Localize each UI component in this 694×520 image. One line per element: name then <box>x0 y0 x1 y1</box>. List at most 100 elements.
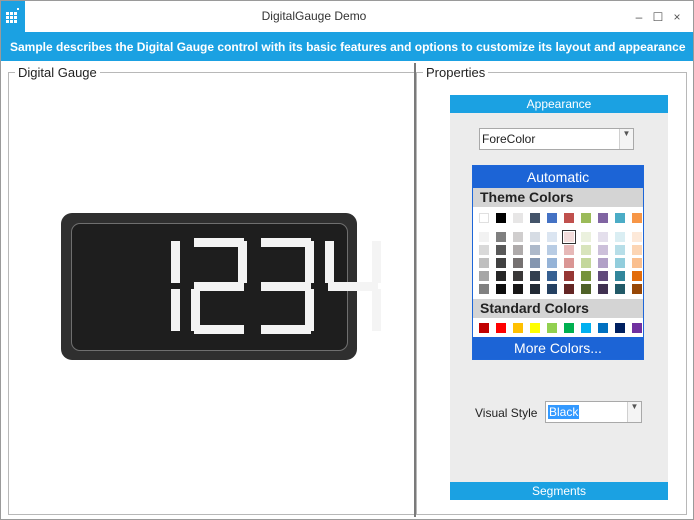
gauge-segment <box>194 325 244 334</box>
gauge-segment <box>171 289 180 331</box>
color-palette: Automatic Theme Colors Standard Colors M… <box>472 165 644 360</box>
close-button[interactable]: × <box>669 9 685 25</box>
color-swatch[interactable] <box>479 213 489 223</box>
color-swatch[interactable] <box>479 271 489 281</box>
color-swatch[interactable] <box>632 271 642 281</box>
color-swatch[interactable] <box>530 232 540 242</box>
color-swatch[interactable] <box>564 213 574 223</box>
color-swatch[interactable] <box>598 284 608 294</box>
color-swatch[interactable] <box>598 271 608 281</box>
color-swatch[interactable] <box>547 284 557 294</box>
color-swatch[interactable] <box>598 232 608 242</box>
color-swatch[interactable] <box>615 284 625 294</box>
color-swatch[interactable] <box>496 323 506 333</box>
gauge-segment <box>261 281 311 291</box>
segments-header[interactable]: Segments <box>450 482 668 500</box>
color-swatch[interactable] <box>581 213 591 223</box>
color-swatch[interactable] <box>513 271 523 281</box>
color-swatch[interactable] <box>581 271 591 281</box>
color-swatch[interactable] <box>513 213 523 223</box>
gauge-segment <box>261 238 311 247</box>
gauge-segment <box>372 241 381 283</box>
color-swatch[interactable] <box>581 245 591 255</box>
color-swatch[interactable] <box>496 284 506 294</box>
chevron-down-icon[interactable]: ▼ <box>619 129 633 149</box>
automatic-color-button[interactable]: Automatic <box>473 166 643 188</box>
color-swatch[interactable] <box>530 245 540 255</box>
standard-colors-label: Standard Colors <box>473 299 643 318</box>
color-swatch[interactable] <box>496 245 506 255</box>
visual-style-select[interactable]: Black ▼ <box>545 401 642 423</box>
color-swatch[interactable] <box>530 323 540 333</box>
visual-style-value: Black <box>548 405 580 419</box>
color-swatch[interactable] <box>496 232 506 242</box>
color-swatch[interactable] <box>632 323 642 333</box>
color-swatch[interactable] <box>615 323 625 333</box>
gauge-segment <box>261 325 311 334</box>
color-swatch[interactable] <box>513 232 523 242</box>
color-swatch[interactable] <box>564 284 574 294</box>
color-swatch[interactable] <box>513 258 523 268</box>
color-swatch[interactable] <box>479 232 489 242</box>
chevron-down-icon[interactable]: ▼ <box>627 402 641 422</box>
maximize-button[interactable]: ☐ <box>650 9 666 25</box>
color-swatch[interactable] <box>547 245 557 255</box>
color-swatch[interactable] <box>513 323 523 333</box>
gauge-segment <box>238 241 247 283</box>
color-swatch[interactable] <box>513 245 523 255</box>
color-swatch[interactable] <box>615 232 625 242</box>
color-swatch[interactable] <box>564 245 574 255</box>
color-swatch[interactable] <box>615 271 625 281</box>
color-swatch[interactable] <box>547 232 557 242</box>
color-swatch[interactable] <box>598 323 608 333</box>
color-swatch[interactable] <box>632 258 642 268</box>
color-swatch[interactable] <box>564 271 574 281</box>
appearance-header[interactable]: Appearance <box>450 95 668 113</box>
color-swatch[interactable] <box>513 284 523 294</box>
gauge-group-title: Digital Gauge <box>15 65 100 80</box>
color-swatch[interactable] <box>632 284 642 294</box>
color-swatch[interactable] <box>632 232 642 242</box>
color-swatch[interactable] <box>479 323 489 333</box>
color-swatch[interactable] <box>598 245 608 255</box>
color-swatch[interactable] <box>632 245 642 255</box>
color-swatch[interactable] <box>598 258 608 268</box>
color-swatch[interactable] <box>615 258 625 268</box>
color-swatch[interactable] <box>479 245 489 255</box>
color-swatch[interactable] <box>530 258 540 268</box>
color-swatch[interactable] <box>581 232 591 242</box>
property-select[interactable]: ForeColor ▼ <box>479 128 634 150</box>
color-swatch[interactable] <box>581 323 591 333</box>
theme-colors-label: Theme Colors <box>473 188 643 207</box>
gauge-segment <box>194 281 244 291</box>
more-colors-button[interactable]: More Colors... <box>473 337 643 359</box>
color-swatch[interactable] <box>479 284 489 294</box>
color-swatch[interactable] <box>530 284 540 294</box>
color-swatch[interactable] <box>547 271 557 281</box>
color-swatch[interactable] <box>564 323 574 333</box>
color-swatch[interactable] <box>632 213 642 223</box>
color-swatch[interactable] <box>547 213 557 223</box>
color-swatch[interactable] <box>496 213 506 223</box>
title-bar[interactable]: DigitalGauge Demo – ☐ × <box>1 1 693 32</box>
color-swatch[interactable] <box>547 323 557 333</box>
color-swatch[interactable] <box>615 213 625 223</box>
digital-gauge-display <box>71 223 381 351</box>
gauge-segment <box>328 281 378 291</box>
color-swatch[interactable] <box>564 258 574 268</box>
color-swatch[interactable] <box>547 258 557 268</box>
color-swatch[interactable] <box>479 258 489 268</box>
color-swatch[interactable] <box>496 258 506 268</box>
color-swatch[interactable] <box>530 213 540 223</box>
gauge-segment <box>194 238 244 247</box>
color-swatch[interactable] <box>530 271 540 281</box>
color-swatch[interactable] <box>581 258 591 268</box>
window-title: DigitalGauge Demo <box>261 9 367 23</box>
color-swatch[interactable] <box>615 245 625 255</box>
color-swatch[interactable] <box>598 213 608 223</box>
color-swatch[interactable] <box>562 230 576 244</box>
minimize-button[interactable]: – <box>631 9 647 25</box>
color-swatch[interactable] <box>496 271 506 281</box>
color-swatch[interactable] <box>581 284 591 294</box>
gauge-segment <box>191 289 200 331</box>
